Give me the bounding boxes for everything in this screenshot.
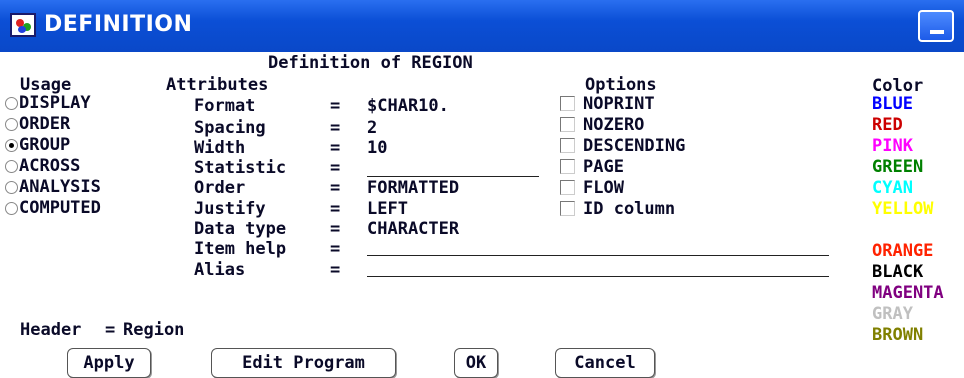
color-red[interactable]: RED	[872, 115, 903, 135]
attr-spacing-value[interactable]: 2	[367, 118, 377, 138]
apply-button[interactable]: Apply	[67, 348, 151, 378]
attr-format-label: Format	[194, 96, 256, 116]
title-bar: DEFINITION	[0, 0, 964, 52]
statistic-input[interactable]	[367, 176, 539, 177]
usage-radio-order[interactable]	[5, 118, 18, 131]
attr-alias-eq: =	[330, 260, 341, 280]
usage-label: Usage	[20, 75, 72, 95]
attr-order-label: Order	[194, 178, 246, 198]
color-brown[interactable]: BROWN	[872, 325, 923, 345]
minimize-button[interactable]	[918, 10, 954, 42]
color-pink[interactable]: PINK	[872, 136, 913, 156]
usage-option-order: ORDER	[19, 114, 71, 134]
page-checkbox[interactable]	[560, 159, 575, 174]
color-white[interactable]: WHITE	[872, 220, 923, 240]
cancel-button-label: Cancel	[574, 353, 636, 373]
attr-spacing-label: Spacing	[194, 118, 266, 138]
attr-statistic-eq: =	[330, 158, 341, 178]
attr-itemhelp-label: Item help	[194, 239, 287, 259]
usage-option-across: ACROSS	[19, 156, 81, 176]
option-id-column-label: ID column	[583, 199, 676, 219]
attr-order-value[interactable]: FORMATTED	[367, 178, 459, 198]
option-flow-label: FLOW	[583, 178, 624, 198]
ok-button-label: OK	[465, 353, 487, 373]
usage-option-computed: COMPUTED	[19, 198, 101, 218]
color-blue[interactable]: BLUE	[872, 94, 913, 114]
attr-datatype-label: Data type	[194, 219, 287, 239]
nozero-checkbox[interactable]	[560, 117, 575, 132]
attr-width-label: Width	[194, 138, 246, 158]
header-label: Header	[20, 320, 82, 340]
color-green[interactable]: GREEN	[872, 157, 923, 177]
ok-button[interactable]: OK	[454, 348, 498, 378]
attr-justify-label: Justify	[194, 199, 266, 219]
flow-checkbox[interactable]	[560, 180, 575, 195]
attr-datatype-value: CHARACTER	[367, 219, 460, 239]
options-label: Options	[585, 75, 657, 95]
window-title: DEFINITION	[44, 12, 193, 37]
attr-width-value[interactable]: 10	[367, 138, 387, 158]
descending-checkbox[interactable]	[560, 138, 575, 153]
color-magenta[interactable]: MAGENTA	[872, 283, 944, 303]
attr-justify-eq: =	[330, 199, 341, 219]
attr-justify-value[interactable]: LEFT	[367, 199, 408, 219]
edit-program-button-label: Edit Program	[242, 353, 365, 373]
usage-option-analysis: ANALYSIS	[19, 177, 101, 197]
definition-panel: Definition of REGION Usage DISPLAY ORDER…	[0, 52, 964, 378]
id-column-checkbox[interactable]	[560, 201, 575, 216]
usage-option-display: DISPLAY	[19, 93, 91, 113]
usage-radio-analysis[interactable]	[5, 181, 18, 194]
usage-radio-display[interactable]	[5, 97, 18, 110]
apply-button-label: Apply	[83, 353, 135, 373]
alias-input[interactable]	[367, 276, 829, 277]
usage-radio-group[interactable]	[5, 139, 18, 152]
option-noprint-label: NOPRINT	[583, 94, 655, 114]
usage-option-group: GROUP	[19, 135, 71, 155]
attr-order-eq: =	[330, 178, 341, 198]
attr-format-eq: =	[330, 96, 341, 116]
color-gray[interactable]: GRAY	[872, 304, 913, 324]
color-orange[interactable]: ORANGE	[872, 241, 933, 261]
noprint-checkbox[interactable]	[560, 96, 575, 111]
color-label: Color	[872, 76, 924, 96]
attr-alias-label: Alias	[194, 260, 246, 280]
attr-spacing-eq: =	[330, 118, 341, 138]
option-descending-label: DESCENDING	[583, 136, 686, 156]
cancel-button[interactable]: Cancel	[555, 348, 655, 378]
attr-statistic-label: Statistic	[194, 158, 287, 178]
attr-datatype-eq: =	[330, 219, 341, 239]
color-cyan[interactable]: CYAN	[872, 178, 913, 198]
header-value[interactable]: Region	[123, 320, 184, 340]
option-page-label: PAGE	[583, 157, 624, 177]
attr-width-eq: =	[330, 138, 341, 158]
option-nozero-label: NOZERO	[583, 115, 645, 135]
attr-format-value[interactable]: $CHAR10.	[367, 96, 449, 116]
attr-itemhelp-eq: =	[330, 239, 341, 259]
edit-program-button[interactable]: Edit Program	[211, 348, 396, 378]
usage-radio-computed[interactable]	[5, 202, 18, 215]
minimize-icon	[930, 30, 944, 34]
attributes-label: Attributes	[166, 75, 269, 95]
dialog-heading: Definition of REGION	[268, 53, 473, 73]
item-help-input[interactable]	[367, 255, 829, 256]
app-icon	[10, 13, 36, 37]
header-eq: =	[105, 320, 116, 340]
color-yellow[interactable]: YELLOW	[872, 199, 933, 219]
color-black[interactable]: BLACK	[872, 262, 923, 282]
usage-radio-across[interactable]	[5, 160, 18, 173]
